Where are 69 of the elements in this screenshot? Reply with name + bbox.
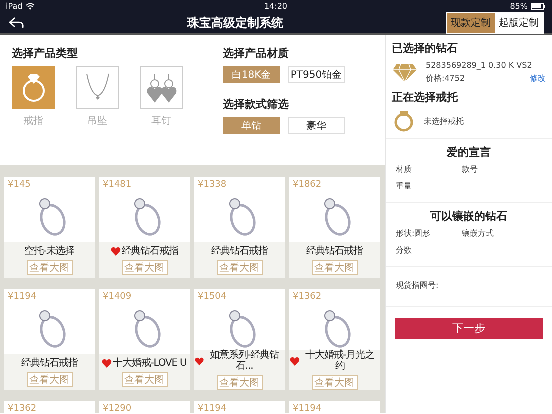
product-price: ¥1290 (102, 403, 133, 413)
diamond-price: 价格:4752 (426, 73, 466, 84)
product-type-tile[interactable] (140, 66, 183, 109)
section-heading: 已选择的钻石 (392, 41, 459, 56)
product-name: 十大婚戒-LOVE U (102, 358, 187, 368)
edit-link[interactable]: 修改 (530, 73, 546, 84)
field-label: 材质 (396, 164, 413, 175)
product-price: ¥1862 (292, 179, 323, 190)
diamond-icon (392, 62, 418, 82)
view-image-button[interactable]: 查看大图 (26, 372, 72, 386)
product-price: ¥1194 (197, 403, 228, 413)
product-type-label: 耳钉 (152, 115, 172, 128)
product-name: 如意系列-经典钻石... (195, 350, 284, 372)
product-type-tile[interactable] (12, 66, 55, 109)
view-image-button[interactable]: 查看大图 (26, 260, 72, 274)
product-price: ¥1194 (7, 291, 38, 302)
product-price: ¥1504 (197, 291, 228, 302)
back-icon[interactable] (9, 17, 25, 29)
product-price: ¥1409 (102, 291, 133, 302)
status-time: 14:20 (264, 2, 288, 11)
product-price: ¥145 (7, 179, 32, 190)
next-button[interactable]: 下一步 (395, 318, 543, 339)
product-price: ¥1362 (7, 403, 38, 413)
section-heading: 爱的宣言 (446, 145, 492, 160)
product-name: 经典钻石戒指 (110, 246, 178, 256)
section-heading: 选择产品类型 (12, 46, 79, 61)
field-label: 款号 (462, 164, 479, 175)
battery-percent: 85% (510, 2, 528, 11)
view-image-button[interactable]: 查看大图 (216, 260, 262, 274)
view-image-button[interactable]: 查看大图 (122, 260, 168, 274)
product-price: ¥1481 (102, 179, 133, 190)
section-heading: 选择款式筛选 (223, 97, 290, 112)
section-heading: 选择产品材质 (223, 46, 290, 61)
material-option[interactable]: 白18K金 (223, 66, 280, 83)
view-image-button[interactable]: 查看大图 (122, 372, 168, 386)
product-price: ¥1338 (197, 179, 228, 190)
product-type-label: 吊坠 (88, 114, 108, 128)
product-price: ¥1362 (292, 291, 323, 302)
product-name: 经典钻石戒指 (306, 246, 363, 256)
page-title: 珠宝高级定制系统 (188, 14, 284, 32)
product-type-tile[interactable] (76, 66, 119, 109)
section-heading: 正在选择戒托 (392, 90, 459, 105)
view-image-button[interactable]: 查看大图 (312, 260, 358, 274)
style-option[interactable]: 单钻 (223, 117, 280, 134)
material-option[interactable]: PT950铂金 (288, 66, 345, 83)
wifi-icon (26, 3, 35, 10)
mode-tab[interactable]: 起版定制 (495, 13, 543, 33)
style-option[interactable]: 豪华 (288, 117, 345, 134)
earrings-icon (144, 72, 178, 104)
device-name: iPad (6, 2, 23, 11)
product-name: 十大婚戒-月光之约 (290, 350, 379, 372)
field-label: 重量 (396, 181, 413, 192)
setting-status: 未选择戒托 (424, 116, 464, 126)
product-price: ¥1194 (292, 403, 323, 413)
field-label: 现货指圈号: (396, 281, 439, 290)
mode-tab[interactable]: 现款定制 (447, 13, 495, 33)
field-label: 形状:圆形 (396, 228, 432, 239)
product-name: 经典钻石戒指 (21, 358, 78, 368)
field-label: 镶嵌方式 (462, 228, 495, 239)
diamond-code: 5283569289_1 0.30 K VS2 (426, 61, 534, 70)
product-type-label: 戒指 (24, 114, 44, 128)
view-image-button[interactable]: 查看大图 (216, 375, 262, 390)
product-name: 经典钻石戒指 (211, 246, 268, 256)
product-name: 空托-未选择 (24, 246, 74, 256)
ring-icon (392, 110, 416, 132)
field-label: 分数 (396, 245, 413, 256)
view-image-button[interactable]: 查看大图 (312, 375, 358, 390)
section-heading: 可以镶嵌的钻石 (430, 209, 508, 224)
battery-icon (531, 3, 546, 10)
